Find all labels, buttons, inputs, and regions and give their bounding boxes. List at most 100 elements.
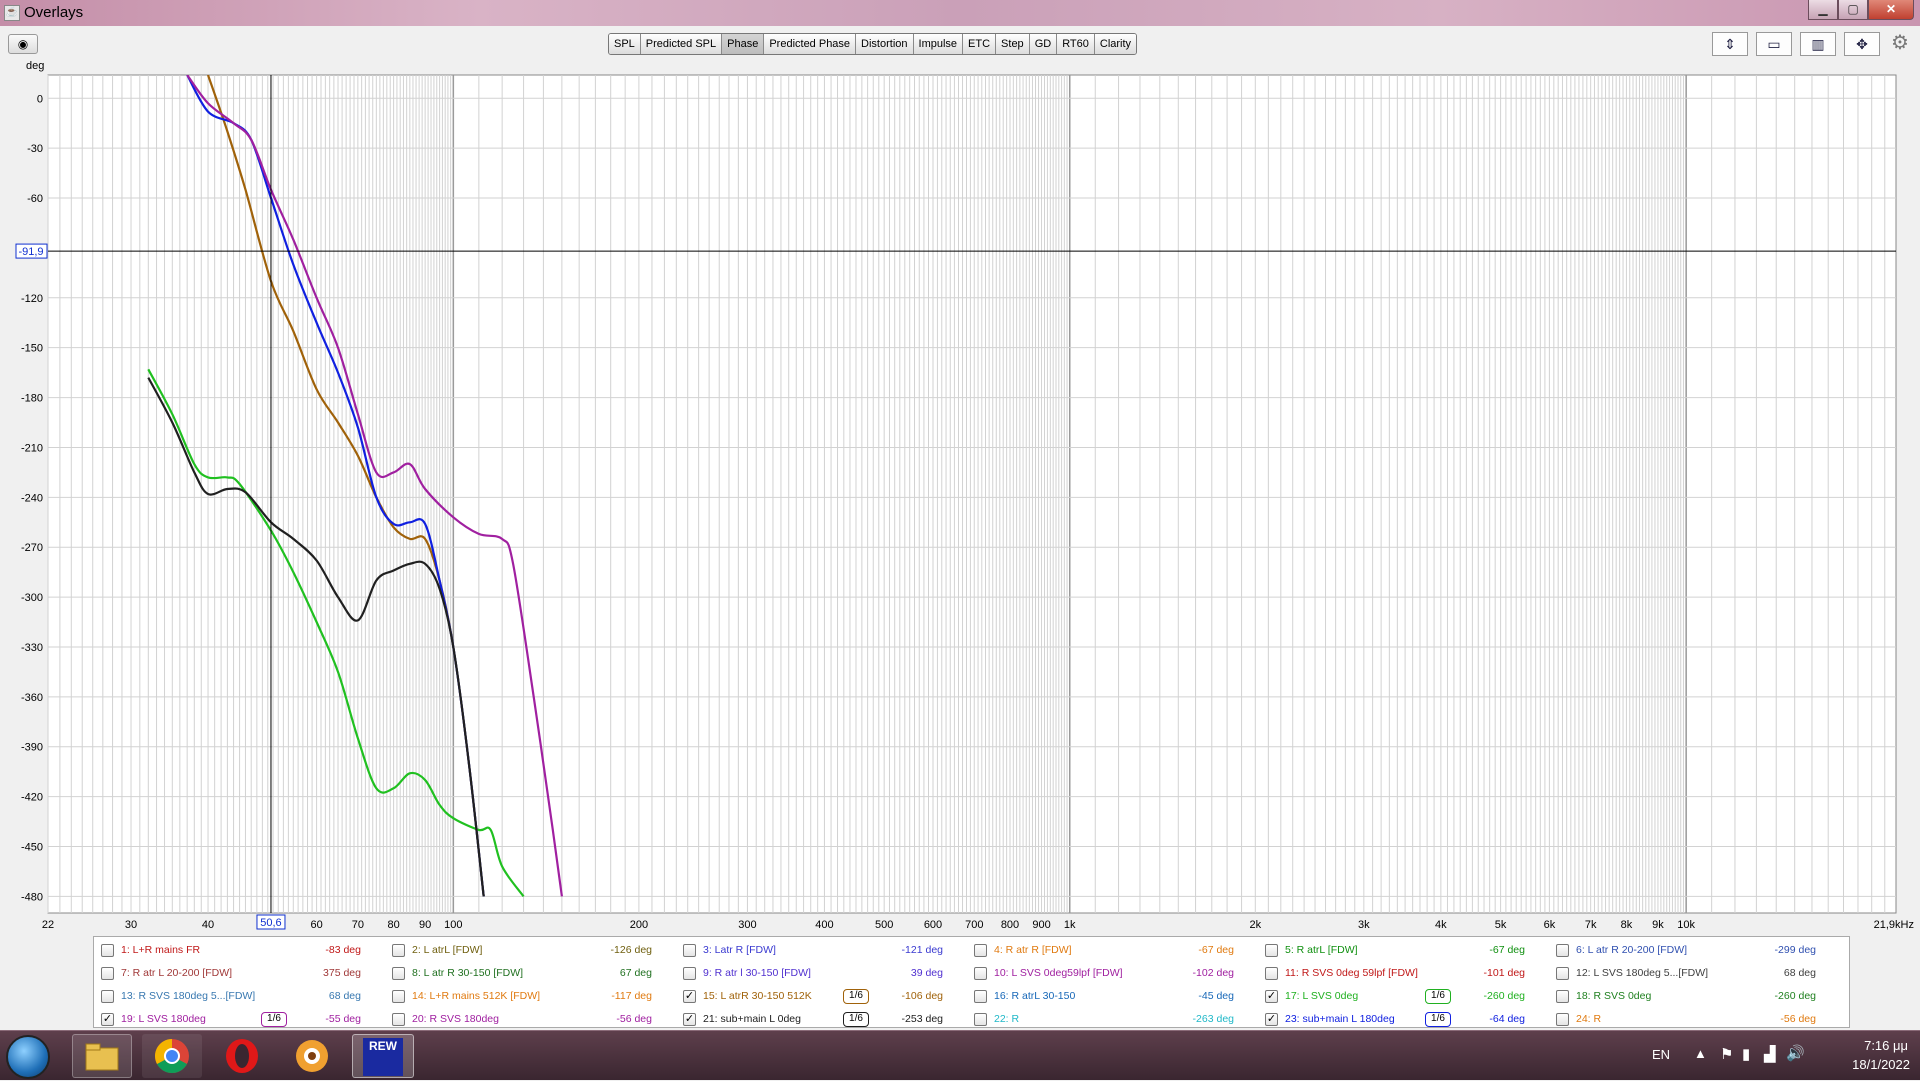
smoothing-badge[interactable]: 1/6 [1425, 1012, 1451, 1027]
tray-expand-icon[interactable]: ▲ [1694, 1046, 1707, 1061]
smoothing-badge[interactable]: 1/6 [1425, 989, 1451, 1004]
minimize-button[interactable]: ▁ [1808, 0, 1838, 20]
flag-icon[interactable]: ⚑ [1720, 1045, 1733, 1063]
checkbox[interactable] [392, 990, 405, 1003]
checkbox[interactable] [974, 944, 987, 957]
x-tick-label: 700 [965, 919, 983, 931]
legend-item-value: 68 deg [328, 990, 361, 1002]
network-icon[interactable]: ▟ [1764, 1045, 1776, 1063]
legend-item[interactable]: 20: R SVS 180deg -56 deg [392, 1011, 652, 1029]
legend-item-value: 375 deg [323, 967, 361, 979]
tab-rt60[interactable]: RT60 [1057, 34, 1095, 54]
legend-item[interactable]: 8: L atr R 30-150 [FDW] 67 deg [392, 965, 652, 983]
checkbox[interactable] [683, 944, 696, 957]
legend-item[interactable]: 16: R atrL 30-150 -45 deg [974, 988, 1234, 1006]
checkbox[interactable] [683, 967, 696, 980]
legend-item[interactable]: 4: R atr R [FDW] -67 deg [974, 942, 1234, 960]
y-tick-label: -150 [21, 343, 43, 355]
legend-item-name: 3: Latr R [FDW] [703, 944, 776, 956]
tab-etc[interactable]: ETC [963, 34, 997, 54]
checkbox[interactable] [101, 990, 114, 1003]
legend-item[interactable]: 9: R atr l 30-150 [FDW] 39 deg [683, 965, 943, 983]
legend-item-name: 5: R atrL [FDW] [1285, 944, 1358, 956]
checkbox[interactable] [974, 1013, 987, 1026]
tab-impulse[interactable]: Impulse [913, 34, 964, 54]
start-button[interactable] [6, 1035, 50, 1079]
smoothing-badge[interactable]: 1/6 [261, 1012, 287, 1027]
legend-item[interactable]: 6: L atr R 20-200 [FDW] -299 deg [1556, 942, 1816, 960]
checkbox-checked[interactable]: ✓ [101, 1013, 114, 1026]
checkbox[interactable] [1556, 967, 1569, 980]
legend-item[interactable]: 7: R atr L 20-200 [FDW] 375 deg [101, 965, 361, 983]
clock-date[interactable]: 18/1/2022 [1852, 1057, 1910, 1072]
checkbox-checked[interactable]: ✓ [683, 990, 696, 1003]
tab-step[interactable]: Step [996, 34, 1030, 54]
tab-phase[interactable]: Phase [722, 34, 765, 54]
tab-predicted-spl[interactable]: Predicted SPL [640, 34, 723, 54]
legend-item[interactable]: 1: L+R mains FR -83 deg [101, 942, 361, 960]
rew-app-button[interactable]: REW [352, 1034, 414, 1078]
checkbox-checked[interactable]: ✓ [683, 1013, 696, 1026]
legend-item-value: -101 deg [1483, 967, 1525, 979]
explorer-icon[interactable] [72, 1034, 132, 1078]
x-tick-label: 10k [1677, 919, 1695, 931]
legend-item[interactable]: 2: L atrL [FDW] -126 deg [392, 942, 652, 960]
legend-item[interactable]: 3: Latr R [FDW] -121 deg [683, 942, 943, 960]
tab-predicted-phase[interactable]: Predicted Phase [764, 34, 857, 54]
pan-icon[interactable]: ✥ [1844, 32, 1880, 56]
checkbox[interactable] [974, 990, 987, 1003]
phase-chart[interactable]: 0 -30 -60 -120 -150 -180 -210 -240 -270 -300 -330 -… [0, 62, 1920, 942]
legend-item[interactable]: ✓ 19: L SVS 180deg -55 deg 1/6 [101, 1011, 361, 1029]
legend-item[interactable]: 10: L SVS 0deg59lpf [FDW] -102 deg [974, 965, 1234, 983]
tab-distortion[interactable]: Distortion [856, 34, 914, 54]
grid-icon[interactable]: ▥ [1800, 32, 1836, 56]
checkbox[interactable] [392, 1013, 405, 1026]
tab-spl[interactable]: SPL [609, 34, 641, 54]
checkbox[interactable] [392, 944, 405, 957]
camera-icon[interactable]: ◉ [8, 34, 38, 54]
checkbox-checked[interactable]: ✓ [1265, 990, 1278, 1003]
checkbox[interactable] [392, 967, 405, 980]
checkbox[interactable] [1265, 967, 1278, 980]
checkbox[interactable] [1556, 990, 1569, 1003]
opera-icon[interactable] [212, 1034, 272, 1078]
smoothing-badge[interactable]: 1/6 [843, 989, 869, 1004]
legend-item[interactable]: 18: R SVS 0deg -260 deg [1556, 988, 1816, 1006]
checkbox[interactable] [1265, 944, 1278, 957]
gear-icon[interactable]: ⚙ [1888, 32, 1912, 56]
legend-item[interactable]: ✓ 23: sub+main L 180deg -64 deg 1/6 [1265, 1011, 1525, 1029]
brave-icon[interactable] [282, 1034, 342, 1078]
volume-icon[interactable]: 🔊 [1786, 1044, 1805, 1062]
x-tick-label: 60 [310, 919, 322, 931]
battery-icon[interactable]: ▮ [1742, 1045, 1750, 1063]
legend-item[interactable]: ✓ 15: L atrR 30-150 512K -106 deg 1/6 [683, 988, 943, 1006]
vertical-fit-icon[interactable]: ⇕ [1712, 32, 1748, 56]
legend-item[interactable]: 5: R atrL [FDW] -67 deg [1265, 942, 1525, 960]
tab-clarity[interactable]: Clarity [1094, 34, 1137, 54]
taskbar: REW EN ▲ ⚑ ▮ ▟ 🔊 7:16 μμ 18/1/2022 [0, 1030, 1920, 1080]
language-indicator[interactable]: EN [1652, 1047, 1670, 1062]
checkbox[interactable] [101, 967, 114, 980]
close-button[interactable]: ✕ [1868, 0, 1914, 20]
limits-icon[interactable]: ▭ [1756, 32, 1792, 56]
legend-item[interactable]: 12: L SVS 180deg 5...[FDW] 68 deg [1556, 965, 1816, 983]
legend-item[interactable]: ✓ 21: sub+main L 0deg -253 deg 1/6 [683, 1011, 943, 1029]
legend-item[interactable]: 11: R SVS 0deg 59lpf [FDW] -101 deg [1265, 965, 1525, 983]
checkbox[interactable] [974, 967, 987, 980]
legend-item[interactable]: 13: R SVS 180deg 5...[FDW] 68 deg [101, 988, 361, 1006]
tab-gd[interactable]: GD [1029, 34, 1058, 54]
smoothing-badge[interactable]: 1/6 [843, 1012, 869, 1027]
chrome-icon[interactable] [142, 1034, 202, 1078]
clock-time[interactable]: 7:16 μμ [1864, 1038, 1908, 1053]
legend-item[interactable]: 14: L+R mains 512K [FDW] -117 deg [392, 988, 652, 1006]
checkbox-checked[interactable]: ✓ [1265, 1013, 1278, 1026]
checkbox[interactable] [101, 944, 114, 957]
legend-item[interactable]: 24: R -56 deg [1556, 1011, 1816, 1029]
checkbox[interactable] [1556, 1013, 1569, 1026]
maximize-button[interactable]: ▢ [1838, 0, 1868, 20]
legend-item-value: -106 deg [901, 990, 943, 1002]
checkbox[interactable] [1556, 944, 1569, 957]
y-tick-label: -300 [21, 592, 43, 604]
legend-item[interactable]: ✓ 17: L SVS 0deg -260 deg 1/6 [1265, 988, 1525, 1006]
legend-item[interactable]: 22: R -263 deg [974, 1011, 1234, 1029]
